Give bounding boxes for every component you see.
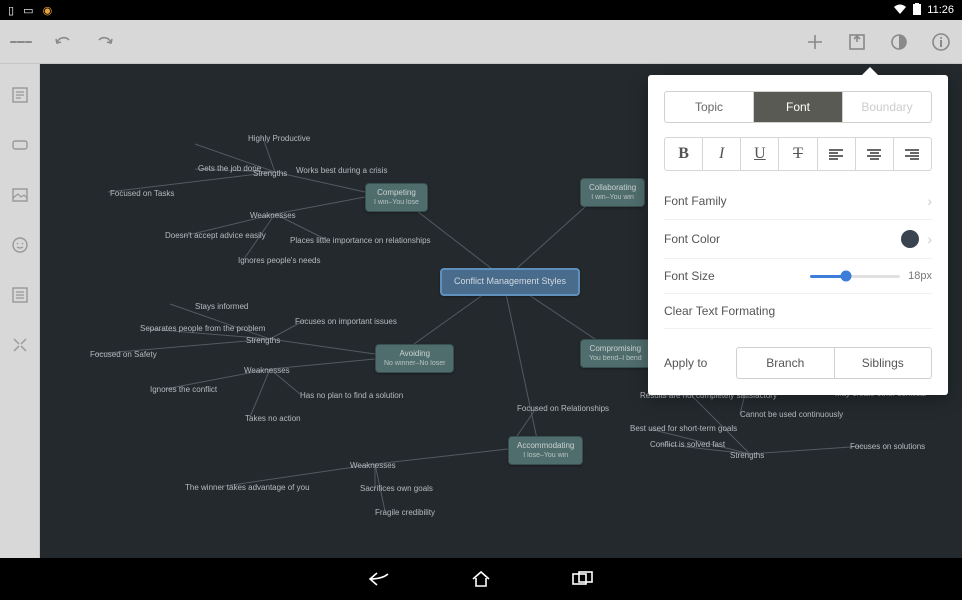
home-button[interactable] [468,566,494,592]
notification-icon: ▯ [8,5,14,17]
leaf-label[interactable]: Sacrifices own goals [360,484,433,493]
leaf-label[interactable]: Takes no action [245,414,301,423]
row-label: Apply to [664,356,724,370]
leaf-label[interactable]: Places little importance on relationship… [290,236,431,245]
align-center-button[interactable] [856,138,894,170]
node-subtitle: I lose–You win [517,451,574,460]
left-sidebar [0,64,40,558]
task-icon[interactable] [9,284,31,306]
text-format-row: B I U T [664,137,932,171]
emoji-icon[interactable] [9,234,31,256]
font-color-row[interactable]: Font Color › [664,220,932,259]
strikethrough-button[interactable]: T [779,138,817,170]
apply-branch-button[interactable]: Branch [737,348,835,378]
node-subtitle: No winner–No loser [384,359,445,368]
leaf-label[interactable]: Conflict is solved fast [650,440,725,449]
row-label: Font Family [664,194,727,208]
node-title: Collaborating [589,183,636,193]
branch-label[interactable]: Strengths [246,336,280,345]
leaf-label[interactable]: Focuses on solutions [850,442,925,451]
branch-label[interactable]: Strengths [730,451,764,460]
tab-topic[interactable]: Topic [665,92,754,122]
node-collaborating[interactable]: Collaborating I win–You win [580,178,645,207]
font-family-row[interactable]: Font Family › [664,183,932,220]
panel-tabs: Topic Font Boundary [664,91,932,123]
undo-icon[interactable] [52,31,74,53]
leaf-label[interactable]: Best used for short-term goals [630,424,737,433]
branch-label[interactable]: Weaknesses [244,366,290,375]
back-button[interactable] [366,566,392,592]
redo-icon[interactable] [94,31,116,53]
add-icon[interactable] [804,31,826,53]
leaf-label[interactable]: Focused on Safety [90,350,157,359]
notes-icon[interactable] [9,84,31,106]
leaf-label[interactable]: Focused on Relationships [517,404,609,413]
align-right-button[interactable] [894,138,931,170]
leaf-label[interactable]: Fragile credibility [375,508,435,517]
tab-boundary[interactable]: Boundary [843,92,931,122]
notification-icon: ◉ [43,5,53,17]
leaf-label[interactable]: Works best during a crisis [296,166,387,175]
theme-icon[interactable] [888,31,910,53]
android-status-bar: ▯ ▭ ◉ 11:26 [0,0,962,20]
node-compromising[interactable]: Compromising You bend–I bend [580,339,651,368]
leaf-label[interactable]: Highly Productive [248,134,310,143]
node-title: Avoiding [384,349,445,359]
leaf-label[interactable]: Focused on Tasks [110,189,174,198]
label-icon[interactable] [9,134,31,156]
branch-label[interactable]: Weaknesses [350,461,396,470]
share-icon[interactable] [846,31,868,53]
leaf-label[interactable]: Has no plan to find a solution [300,391,403,400]
node-subtitle: I win–You lose [374,198,419,207]
bold-button[interactable]: B [665,138,703,170]
leaf-label[interactable]: Ignores people's needs [238,256,320,265]
chevron-right-icon: › [927,193,932,209]
notification-icon: ▭ [23,5,33,17]
app-toolbar [0,20,962,64]
italic-button[interactable]: I [703,138,741,170]
leaf-label[interactable]: Doesn't accept advice easily [165,231,266,240]
leaf-label[interactable]: Stays informed [195,302,248,311]
node-title: Compromising [589,344,642,354]
clock: 11:26 [927,4,954,16]
leaf-label[interactable]: Ignores the conflict [150,385,217,394]
color-swatch [901,230,919,248]
node-accommodating[interactable]: Accommodating I lose–You win [508,436,583,465]
leaf-label[interactable]: Gets the job done [198,164,261,173]
tab-font[interactable]: Font [754,92,843,122]
info-icon[interactable] [930,31,952,53]
menu-icon[interactable] [10,31,32,53]
recents-button[interactable] [570,566,596,592]
leaf-label[interactable]: Cannot be used continuously [740,410,843,419]
font-size-slider[interactable] [810,275,900,278]
node-subtitle: I win–You win [589,193,636,202]
chevron-right-icon: › [927,231,932,247]
image-icon[interactable] [9,184,31,206]
leaf-label[interactable]: Focuses on important issues [295,317,397,326]
node-competing[interactable]: Competing I win–You lose [365,183,428,212]
battery-icon [913,3,921,18]
clear-formatting-row[interactable]: Clear Text Formating [664,294,932,329]
row-label: Font Color [664,232,720,246]
row-label: Clear Text Formating [664,304,775,318]
wifi-icon [893,3,907,18]
leaf-label[interactable]: The winner takes advantage of you [185,483,310,492]
underline-button[interactable]: U [741,138,779,170]
font-size-value: 18px [908,270,932,282]
node-title: Accommodating [517,441,574,451]
leaf-label[interactable]: Separates people from the problem [140,324,265,333]
apply-to-row: Apply to Branch Siblings [664,347,932,379]
apply-siblings-button[interactable]: Siblings [835,348,932,378]
branch-label[interactable]: Weaknesses [250,211,296,220]
align-left-button[interactable] [818,138,856,170]
node-title: Competing [374,188,419,198]
collapse-icon[interactable] [9,334,31,356]
central-node[interactable]: Conflict Management Styles [440,268,580,296]
font-panel: Topic Font Boundary B I U T Font Family … [648,75,948,395]
row-label: Font Size [664,269,715,283]
android-nav-bar [0,558,962,600]
font-size-row: Font Size 18px [664,259,932,294]
node-subtitle: You bend–I bend [589,354,642,363]
node-avoiding[interactable]: Avoiding No winner–No loser [375,344,454,373]
